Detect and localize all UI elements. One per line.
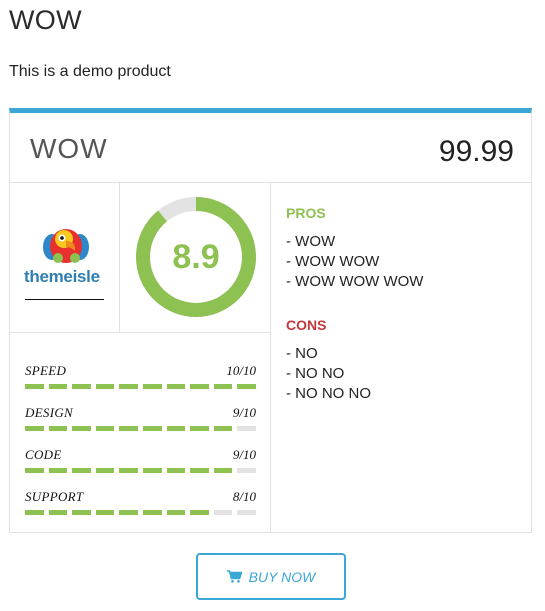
rating-bar-segment	[48, 510, 68, 515]
product-name: WOW	[30, 133, 108, 164]
logo-text: themeisle	[24, 267, 100, 286]
cons-heading: CONS	[286, 317, 327, 333]
rating-bar-segment	[48, 468, 68, 473]
rating-bar-segment	[237, 510, 256, 515]
rating-bar-segment	[190, 510, 209, 515]
rating-bar-segment	[48, 384, 68, 389]
rating-score: 9/10	[232, 405, 256, 420]
cart-icon	[226, 570, 242, 583]
rating-score: 9/10	[232, 447, 256, 462]
rating-bar-segment	[25, 384, 44, 389]
rating-bar-segment	[25, 426, 44, 431]
buy-now-label: BUY NOW	[248, 568, 316, 585]
product-price: 99.99	[438, 135, 514, 168]
rating-label: CODE	[25, 447, 62, 462]
pros-list: - WOW - WOW WOW - WOW WOW WOW	[286, 232, 423, 292]
rating-bar-segment	[166, 384, 186, 389]
rating-row: CODE 9/10	[25, 447, 256, 477]
rating-bar-segment	[95, 384, 115, 389]
buy-now-button[interactable]: BUY NOW	[196, 553, 346, 600]
rating-label: SUPPORT	[25, 489, 84, 504]
rating-bar-segment	[190, 468, 209, 473]
pros-heading: PROS	[286, 205, 326, 221]
rating-bar-segment	[95, 468, 115, 473]
rating-bar-segment	[166, 510, 186, 515]
rating-label: DESIGN	[25, 405, 74, 420]
review-box: WOW 99.99 themeisle 8.9 SPEED 10/10 DESI…	[9, 108, 532, 533]
rating-bar-segment	[142, 426, 162, 431]
rating-bar-segment	[48, 426, 68, 431]
rating-bar-segment	[190, 426, 209, 431]
product-logo: themeisle	[10, 183, 120, 333]
rating-row: SPEED 10/10	[25, 363, 256, 393]
rating-bar-segment	[95, 426, 115, 431]
rating-bar-segment	[190, 384, 209, 389]
rating-bar-segment	[237, 384, 256, 389]
pros-cons-panel: PROS - WOW - WOW WOW - WOW WOW WOW CONS …	[271, 183, 531, 533]
cons-item: - NO NO	[286, 365, 345, 382]
rating-row: SUPPORT 8/10	[25, 489, 256, 519]
rating-bar-segment	[142, 384, 162, 389]
rating-bar-segment	[95, 510, 115, 515]
rating-bar-segment	[213, 426, 233, 431]
rating-score: 8/10	[232, 489, 256, 504]
pros-item: - WOW	[286, 233, 336, 250]
rating-bar-segment	[119, 426, 138, 431]
score-value: 8.9	[172, 238, 220, 276]
rating-bar-segment	[119, 384, 138, 389]
rating-label: SPEED	[25, 363, 67, 378]
rating-bar-segment	[119, 468, 138, 473]
cons-item: - NO NO NO	[286, 385, 371, 402]
page-description: This is a demo product	[9, 63, 171, 80]
review-header: WOW 99.99	[10, 113, 531, 183]
rating-row: DESIGN 9/10	[25, 405, 256, 435]
cons-list: - NO - NO NO - NO NO NO	[286, 344, 371, 404]
rating-bar-segment	[213, 468, 233, 473]
rating-bar-segment	[237, 426, 256, 431]
rating-bar	[25, 426, 256, 431]
rating-bar	[25, 468, 256, 473]
rating-bar-segment	[142, 468, 162, 473]
ratings-list: SPEED 10/10 DESIGN 9/10 CODE 9/10 SUPPOR…	[10, 333, 271, 533]
rating-bar-segment	[72, 510, 91, 515]
pros-item: - WOW WOW WOW	[286, 273, 424, 290]
score-cell: 8.9	[120, 183, 271, 333]
rating-bar-segment	[72, 468, 91, 473]
rating-bar-segment	[166, 468, 186, 473]
rating-bar-segment	[237, 468, 256, 473]
rating-bar-segment	[213, 510, 233, 515]
rating-bar-segment	[72, 384, 91, 389]
rating-bar-segment	[166, 426, 186, 431]
rating-bar-segment	[213, 384, 233, 389]
parrot-icon	[43, 229, 89, 263]
cons-item: - NO	[286, 345, 318, 362]
rating-bar-segment	[119, 510, 138, 515]
pros-item: - WOW WOW	[286, 253, 380, 270]
rating-bar	[25, 384, 256, 389]
rating-bar	[25, 510, 256, 515]
rating-bar-segment	[72, 426, 91, 431]
rating-bar-segment	[142, 510, 162, 515]
rating-bar-segment	[25, 510, 44, 515]
logo-underline	[25, 299, 104, 300]
page-title: WOW	[9, 5, 82, 35]
rating-bar-segment	[25, 468, 44, 473]
rating-score: 10/10	[226, 363, 256, 378]
